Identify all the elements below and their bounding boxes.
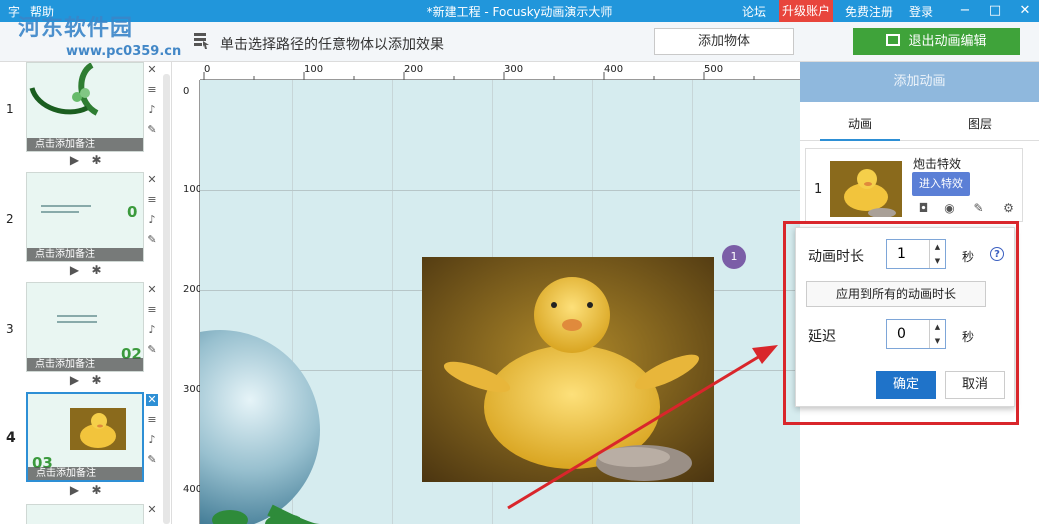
animation-list-item[interactable]: 1 炮击特效 进入特效 ◘ ◉ ✎ ⚙ — [805, 148, 1023, 222]
play-icon[interactable]: ▶ — [68, 264, 81, 277]
tab-animation[interactable]: 动画 — [848, 115, 872, 132]
gear-icon[interactable]: ⚙ — [1001, 201, 1016, 216]
slide-note[interactable]: 点击添加备注 — [27, 358, 143, 371]
animation-thumbnail — [830, 161, 902, 217]
gear-icon[interactable]: ✱ — [90, 264, 103, 277]
hint-text: 单击选择路径的任意物体以添加效果 — [220, 37, 444, 53]
exit-icon — [886, 34, 901, 46]
edit-icon[interactable]: ✎ — [971, 201, 986, 216]
ruler-horizontal: 0 100 200 300 400 500 — [200, 62, 800, 80]
slide-number: 1 — [6, 102, 14, 116]
entrance-effect-button[interactable]: 进入特效 — [912, 172, 970, 196]
login-link[interactable]: 登录 — [909, 3, 933, 20]
play-icon[interactable]: ▶ — [68, 374, 81, 387]
free-register-link[interactable]: 免费注册 — [845, 3, 893, 20]
gear-icon[interactable]: ✱ — [90, 154, 103, 167]
menu-icon[interactable]: ≡ — [146, 194, 158, 206]
maximize-button[interactable]: □ — [982, 0, 1008, 22]
ruler-label: 200 — [404, 64, 424, 75]
slide-thumbnail-5[interactable] — [26, 504, 144, 524]
ruler-label: 100 — [304, 64, 324, 75]
slide-thumbnail-4[interactable]: 03 点击添加备注 — [26, 392, 144, 482]
highlight-frame — [783, 221, 1019, 425]
microphone-icon[interactable]: ♪ — [146, 324, 158, 336]
watermark-url: www.pc0359.cn — [66, 44, 182, 59]
animation-index: 1 — [814, 182, 823, 197]
tab-layers[interactable]: 图层 — [968, 115, 992, 132]
slide-note[interactable]: 点击添加备注 — [27, 138, 143, 151]
ruler-label: 400 — [604, 64, 624, 75]
gridline — [200, 190, 800, 191]
ruler-label: 0 — [183, 86, 190, 97]
watermark-logo: 河东软件园 — [18, 15, 134, 41]
delete-slide-icon[interactable]: ✕ — [146, 174, 158, 186]
hint-icon — [194, 33, 209, 49]
microphone-icon[interactable]: ♪ — [146, 104, 158, 116]
gear-icon[interactable]: ✱ — [90, 484, 103, 497]
exit-animation-edit-label: 退出动画编辑 — [908, 34, 987, 49]
delete-slide-icon[interactable]: ✕ — [146, 504, 158, 516]
close-button[interactable]: ✕ — [1012, 0, 1038, 22]
gridline — [392, 80, 393, 524]
green-leaf-graphic — [212, 510, 300, 524]
slide-thumbnail-3[interactable]: 02 点击添加备注 — [26, 282, 144, 372]
play-icon[interactable]: ▶ — [68, 484, 81, 497]
mouse-icon[interactable]: ◘ — [916, 201, 931, 216]
slide-thumbnail-2[interactable]: 0 点击添加备注 — [26, 172, 144, 262]
ruler-label: 0 — [204, 64, 211, 75]
canvas[interactable]: 1 — [200, 80, 800, 524]
menu-icon[interactable]: ≡ — [146, 304, 158, 316]
edit-icon[interactable]: ✎ — [146, 124, 158, 136]
duck-photo[interactable] — [422, 257, 714, 482]
slide-number: 2 — [6, 212, 14, 226]
edit-icon[interactable]: ✎ — [146, 454, 158, 466]
menu-icon[interactable]: ≡ — [146, 84, 158, 96]
slide-order-badge: 0 — [127, 203, 138, 221]
delete-slide-icon[interactable]: ✕ — [146, 284, 158, 296]
minimize-button[interactable]: − — [952, 0, 978, 22]
slide-4-duck-image — [70, 408, 126, 450]
title-bar: 字 帮助 *新建工程 - Focusky动画演示大师 论坛 升级账户 免费注册 … — [0, 0, 1039, 22]
microphone-icon[interactable]: ♪ — [146, 214, 158, 226]
microphone-icon[interactable]: ♪ — [146, 434, 158, 446]
ruler-vertical: 0 100 200 300 400 — [180, 80, 202, 524]
active-tab-indicator — [820, 139, 900, 141]
delete-slide-icon[interactable]: ✕ — [146, 394, 158, 406]
animation-step-badge[interactable]: 1 — [722, 245, 746, 269]
ruler-label: 300 — [504, 64, 524, 75]
eye-icon[interactable]: ◉ — [942, 201, 957, 216]
slide-number: 3 — [6, 322, 14, 336]
upgrade-account-link[interactable]: 升级账户 — [779, 0, 834, 22]
edit-icon[interactable]: ✎ — [146, 344, 158, 356]
play-icon[interactable]: ▶ — [68, 154, 81, 167]
slides-scrollbar[interactable] — [163, 74, 170, 524]
slide-number: 4 — [6, 430, 16, 446]
add-animation-button[interactable]: 添加动画 — [800, 62, 1039, 102]
menu-icon[interactable]: ≡ — [146, 414, 158, 426]
slides-panel: 1 点击添加备注 ✕ ≡ ♪ ✎ ▶ ✱ 2 0 点击添加备注 ✕ ≡ ♪ ✎ … — [0, 62, 172, 524]
slide-note[interactable]: 点击添加备注 — [28, 467, 142, 480]
slide-thumbnail-1[interactable]: 点击添加备注 — [26, 62, 144, 152]
ruler-label: 500 — [704, 64, 724, 75]
edit-icon[interactable]: ✎ — [146, 234, 158, 246]
slide-1-graphic — [29, 63, 99, 116]
forum-link[interactable]: 论坛 — [742, 3, 766, 20]
panel-tabs: 动画 图层 — [800, 107, 1039, 141]
exit-animation-edit-button[interactable]: 退出动画编辑 — [853, 28, 1020, 55]
gear-icon[interactable]: ✱ — [90, 374, 103, 387]
slide-note[interactable]: 点击添加备注 — [27, 248, 143, 261]
add-object-button[interactable]: 添加物体 — [654, 28, 794, 55]
delete-slide-icon[interactable]: ✕ — [146, 64, 158, 76]
animation-name: 炮击特效 — [913, 157, 962, 171]
